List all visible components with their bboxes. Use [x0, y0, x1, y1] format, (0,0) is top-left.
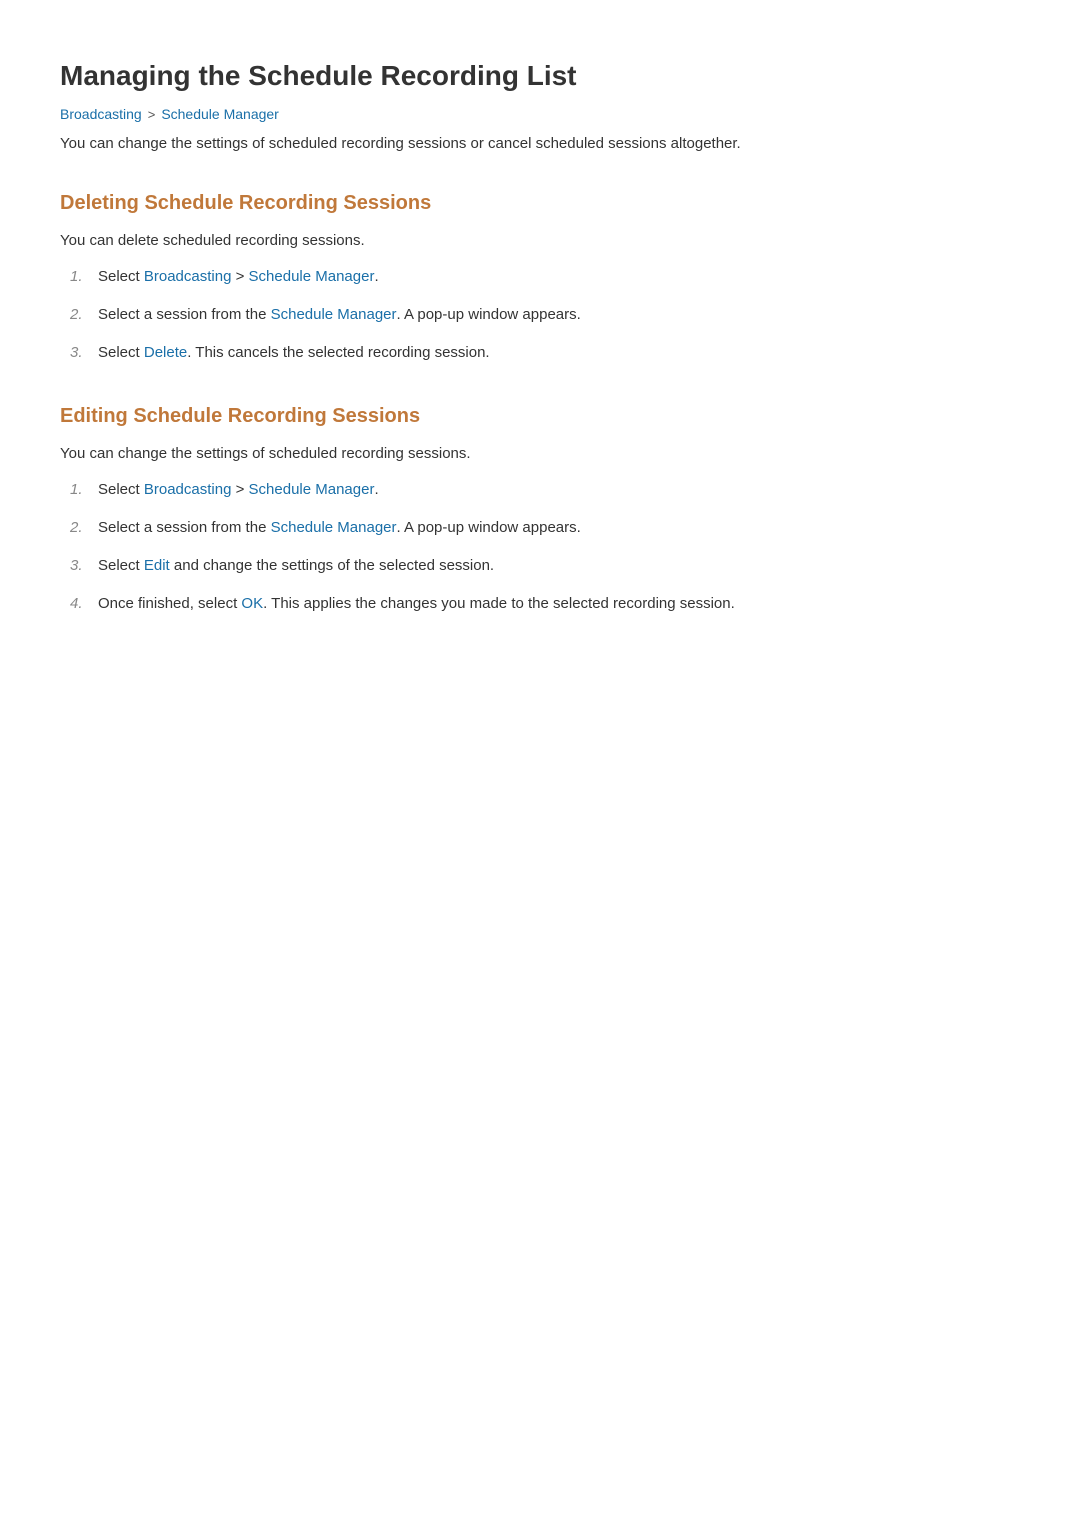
step-1-link-broadcasting[interactable]: Broadcasting: [144, 268, 232, 285]
edit-step-3-link-edit[interactable]: Edit: [144, 557, 170, 574]
editing-step-3: 3. Select Edit and change the settings o…: [70, 554, 1020, 578]
section-deleting-intro: You can delete scheduled recording sessi…: [60, 229, 1020, 253]
section-deleting: Deleting Schedule Recording Sessions You…: [60, 192, 1020, 365]
edit-step-2-link-schedule-manager[interactable]: Schedule Manager: [271, 519, 397, 536]
breadcrumb: Broadcasting > Schedule Manager: [60, 106, 1020, 122]
section-editing-title: Editing Schedule Recording Sessions: [60, 405, 1020, 428]
edit-step-1-link-broadcasting[interactable]: Broadcasting: [144, 481, 232, 498]
page-intro: You can change the settings of scheduled…: [60, 132, 1020, 156]
edit-step-2-text-before: Select a session from the: [98, 519, 271, 536]
section-deleting-title: Deleting Schedule Recording Sessions: [60, 192, 1020, 215]
step-1-separator: >: [231, 268, 248, 285]
edit-step-number-4: 4.: [70, 592, 98, 616]
edit-step-4-text-after: . This applies the changes you made to t…: [263, 595, 735, 612]
edit-step-text-3: Select Edit and change the settings of t…: [98, 554, 1020, 578]
step-number-2: 2.: [70, 303, 98, 327]
deleting-steps-list: 1. Select Broadcasting > Schedule Manage…: [70, 265, 1020, 365]
breadcrumb-schedule-manager[interactable]: Schedule Manager: [161, 106, 279, 122]
breadcrumb-separator: >: [148, 107, 156, 122]
step-3-text-before: Select: [98, 344, 144, 361]
edit-step-text-2: Select a session from the Schedule Manag…: [98, 516, 1020, 540]
breadcrumb-broadcasting[interactable]: Broadcasting: [60, 106, 142, 122]
edit-step-1-text-after: .: [374, 481, 378, 498]
step-text-1: Select Broadcasting > Schedule Manager.: [98, 265, 1020, 289]
step-1-link-schedule-manager[interactable]: Schedule Manager: [249, 268, 375, 285]
editing-steps-list: 1. Select Broadcasting > Schedule Manage…: [70, 478, 1020, 616]
step-1-text-before: Select: [98, 268, 144, 285]
edit-step-text-1: Select Broadcasting > Schedule Manager.: [98, 478, 1020, 502]
edit-step-3-text-after: and change the settings of the selected …: [170, 557, 494, 574]
edit-step-2-text-after: . A pop-up window appears.: [397, 519, 581, 536]
deleting-step-2: 2. Select a session from the Schedule Ma…: [70, 303, 1020, 327]
editing-step-4: 4. Once finished, select OK. This applie…: [70, 592, 1020, 616]
editing-step-2: 2. Select a session from the Schedule Ma…: [70, 516, 1020, 540]
step-number-3: 3.: [70, 341, 98, 365]
edit-step-number-2: 2.: [70, 516, 98, 540]
step-3-text-after: . This cancels the selected recording se…: [187, 344, 489, 361]
edit-step-3-text-before: Select: [98, 557, 144, 574]
step-3-link-delete[interactable]: Delete: [144, 344, 187, 361]
step-text-2: Select a session from the Schedule Manag…: [98, 303, 1020, 327]
edit-step-1-separator: >: [231, 481, 248, 498]
step-number-1: 1.: [70, 265, 98, 289]
edit-step-text-4: Once finished, select OK. This applies t…: [98, 592, 1020, 616]
edit-step-1-text-before: Select: [98, 481, 144, 498]
section-editing-intro: You can change the settings of scheduled…: [60, 442, 1020, 466]
step-2-text-after: . A pop-up window appears.: [397, 306, 581, 323]
editing-step-1: 1. Select Broadcasting > Schedule Manage…: [70, 478, 1020, 502]
deleting-step-3: 3. Select Delete. This cancels the selec…: [70, 341, 1020, 365]
edit-step-number-3: 3.: [70, 554, 98, 578]
step-2-text-before: Select a session from the: [98, 306, 271, 323]
page-title: Managing the Schedule Recording List: [60, 60, 1020, 92]
edit-step-4-text-before: Once finished, select: [98, 595, 241, 612]
edit-step-4-link-ok[interactable]: OK: [241, 595, 263, 612]
edit-step-number-1: 1.: [70, 478, 98, 502]
step-text-3: Select Delete. This cancels the selected…: [98, 341, 1020, 365]
section-editing: Editing Schedule Recording Sessions You …: [60, 405, 1020, 616]
edit-step-1-link-schedule-manager[interactable]: Schedule Manager: [249, 481, 375, 498]
step-1-text-after: .: [374, 268, 378, 285]
step-2-link-schedule-manager[interactable]: Schedule Manager: [271, 306, 397, 323]
deleting-step-1: 1. Select Broadcasting > Schedule Manage…: [70, 265, 1020, 289]
